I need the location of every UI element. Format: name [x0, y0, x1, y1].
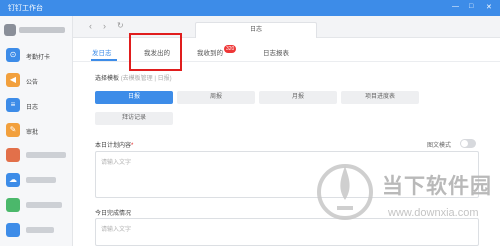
sidebar-item-label: 公告	[26, 80, 39, 86]
plan-placeholder: 请输入文字	[101, 160, 132, 166]
sidebar-item-app[interactable]	[0, 194, 73, 216]
cloud-icon: ☁	[6, 173, 20, 187]
blurred-label	[26, 227, 54, 233]
maximize-icon[interactable]: □	[469, 3, 473, 10]
app-icon	[6, 148, 20, 162]
template-label: 选择模板 (去模板管理 | 日报)	[95, 73, 172, 82]
tab-log-report[interactable]: 日志报表	[263, 47, 289, 57]
log-icon: ≡	[6, 98, 20, 112]
sidebar-item-attendance[interactable]: ⊙ 考勤打卡	[0, 44, 73, 66]
sidebar-item-label: 审批	[26, 130, 39, 136]
back-icon[interactable]: ‹	[89, 21, 92, 31]
location-pin-icon: ⊙	[6, 48, 20, 62]
template-hint[interactable]: (去模板管理 | 日报)	[121, 76, 172, 82]
blurred-label	[26, 152, 66, 158]
required-mark: *	[131, 143, 134, 149]
completion-placeholder: 请输入文字	[101, 227, 132, 233]
watermark-url: www.downxia.com	[388, 207, 479, 219]
blurred-label	[26, 202, 62, 208]
template-project-progress-button[interactable]: 项目进度表	[341, 91, 419, 104]
template-daily-button[interactable]: 日报	[95, 91, 173, 104]
sidebar-item-cloud[interactable]: ☁	[0, 169, 73, 191]
sidebar-item-log[interactable]: ≡ 日志	[0, 94, 73, 116]
blurred-account-name	[19, 27, 65, 33]
completion-textarea[interactable]: 请输入文字	[95, 218, 479, 246]
window-title: 钉钉工作台	[8, 5, 43, 12]
sidebar-item-label: 考勤打卡	[26, 55, 51, 61]
account-selector[interactable]	[4, 22, 68, 37]
tab-log[interactable]: 日志	[195, 22, 317, 38]
close-icon[interactable]: ✕	[486, 3, 492, 11]
avatar	[4, 24, 16, 36]
sidebar-item-announcement[interactable]: ◀ 公告	[0, 69, 73, 91]
template-weekly-button[interactable]: 周报	[177, 91, 255, 104]
template-monthly-button[interactable]: 月报	[259, 91, 337, 104]
completion-field-label: 今日完成情况	[95, 211, 132, 217]
rich-mode-toggle[interactable]	[460, 139, 476, 148]
sidebar-item-app[interactable]	[0, 219, 73, 241]
tab-write-log[interactable]: 发日志	[92, 47, 112, 57]
minimize-icon[interactable]: —	[452, 3, 459, 10]
watermark-title: 当下软件园	[382, 175, 492, 198]
window-titlebar: 钉钉工作台 — □ ✕	[0, 0, 500, 16]
app-icon	[6, 223, 20, 237]
template-visit-record-button[interactable]: 拜访记录	[95, 112, 173, 125]
plan-field-label-text: 本日计划内容	[95, 143, 132, 149]
blurred-label	[26, 177, 56, 183]
approval-icon: ✎	[6, 123, 20, 137]
watermark-logo-icon	[317, 164, 373, 220]
unread-count-badge: 320	[224, 45, 237, 53]
megaphone-icon: ◀	[6, 73, 20, 87]
sidebar-item-approval[interactable]: ✎ 审批	[0, 119, 73, 141]
tab-received[interactable]: 我收到的	[197, 47, 223, 57]
refresh-icon[interactable]: ↻	[117, 21, 124, 30]
forward-icon[interactable]: ›	[103, 21, 106, 31]
sidebar: ⊙ 考勤打卡 ◀ 公告 ≡ 日志 ✎ 审批 ☁	[0, 16, 73, 246]
app-icon	[6, 198, 20, 212]
rich-mode-label: 图文模式	[427, 143, 452, 149]
sidebar-item-app[interactable]	[0, 144, 73, 166]
highlight-box	[129, 33, 182, 71]
plan-field-label: 本日计划内容*	[95, 140, 133, 149]
active-tab-indicator	[91, 59, 117, 61]
template-label-text: 选择模板	[95, 76, 120, 82]
sidebar-item-label: 日志	[26, 105, 39, 111]
toggle-knob	[461, 140, 468, 147]
